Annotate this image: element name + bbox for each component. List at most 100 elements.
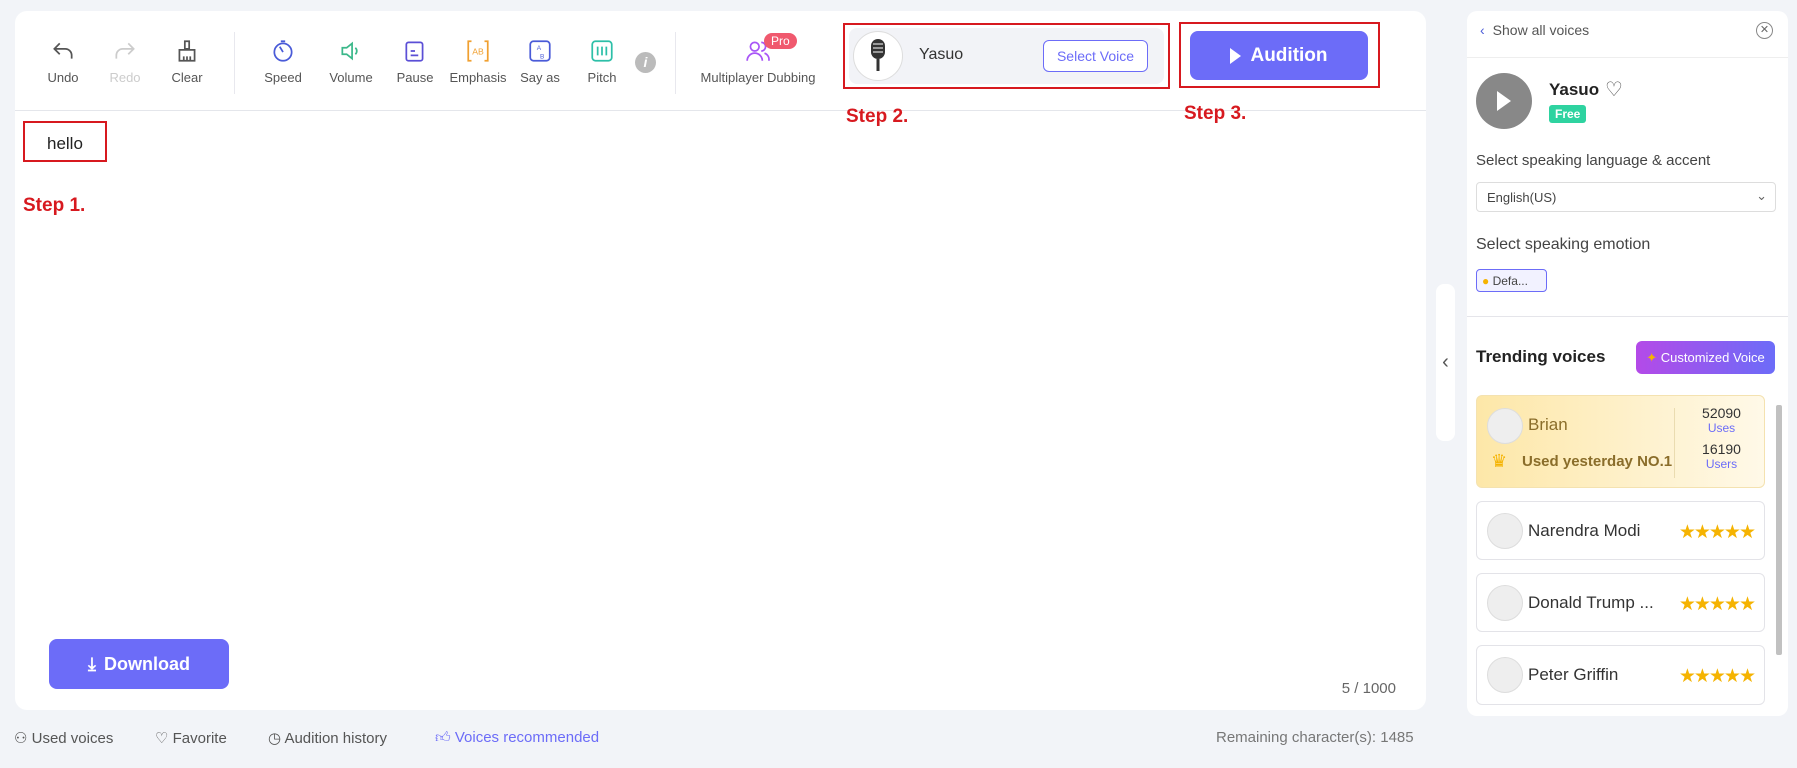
scrollbar[interactable] [1776,405,1782,655]
user-icon: ⚇ [14,730,28,747]
svg-text:A: A [537,45,542,52]
divider [1674,408,1675,478]
say-as-icon: AB [529,40,551,62]
volume-button[interactable]: Volume [316,38,386,85]
clear-button[interactable]: Clear [152,38,222,85]
users-count: 16190 [1702,441,1741,457]
free-badge: Free [1549,105,1587,123]
wand-icon: ✦ [1646,350,1658,365]
broom-icon [178,40,196,62]
pause-button[interactable]: Pause [380,38,450,85]
pro-badge: Pro [764,33,797,49]
voice-item-name: Donald Trump ... [1528,593,1654,612]
emphasis-label: Emphasis [449,70,507,85]
show-all-voices-link[interactable]: ‹ Show all voices [1480,22,1589,38]
redo-icon [115,42,135,59]
undo-button[interactable]: Undo [28,38,98,85]
chevron-down-icon: ⌄ [1756,188,1767,203]
multiplayer-dubbing-button[interactable]: Multiplayer Dubbing [688,38,828,85]
speed-label: Speed [264,70,302,85]
redo-label: Redo [109,70,141,85]
remaining-characters: Remaining character(s): 1485 [1216,729,1414,746]
svg-text:AB: AB [472,46,484,56]
rating-stars: ★★★★★ [1678,594,1756,615]
emotion-chip[interactable]: ● Defa... [1476,269,1547,292]
pitch-icon [591,40,613,62]
step-1-highlight [23,121,107,162]
divider [1467,57,1788,58]
trending-title: Trending voices [1476,347,1606,366]
thumbs-up-icon: 👍︎ [435,729,451,746]
pitch-button[interactable]: Pitch [567,38,637,85]
undo-icon [53,42,73,59]
step-3-label: Step 3. [1184,103,1247,124]
language-label: Select speaking language & accent [1476,152,1711,169]
voice-avatar [1487,657,1523,693]
top-voice-badge: Used yesterday NO.1 [1522,453,1673,470]
trending-voice-item[interactable]: Narendra Modi ★★★★★ [1476,501,1765,560]
emotion-value: Defa... [1492,274,1528,288]
rating-stars: ★★★★★ [1678,666,1756,687]
trending-voice-item[interactable]: Peter Griffin ★★★★★ [1476,645,1765,705]
voices-recommended-tab[interactable]: 👍︎ Voices recommended [435,729,599,747]
voice-item-name: Narendra Modi [1528,521,1641,540]
info-icon[interactable]: i [635,52,656,73]
recommended-label: Voices recommended [454,729,600,746]
character-count: 5 / 1000 [1341,680,1396,697]
say-as-button[interactable]: A B Say as [505,38,575,85]
panel-voice-name: Yasuo [1549,80,1600,99]
speed-button[interactable]: Speed [248,38,318,85]
voice-avatar [1487,513,1523,549]
customized-voice-button[interactable]: ✦ Customized Voice [1636,341,1775,374]
uses-count: 52090 [1702,405,1741,421]
used-label: Used voices [31,730,114,747]
multiplayer-label: Multiplayer Dubbing [700,70,816,85]
top-voice-name: Brian [1528,415,1568,434]
toolbar-separator [675,32,676,94]
chevron-left-icon: ‹ [1480,22,1485,38]
divider [1467,316,1788,317]
voice-item-name: Peter Griffin [1528,665,1619,684]
collapse-panel-handle[interactable]: ‹ [1436,284,1455,441]
show-all-label: Show all voices [1492,22,1590,38]
voice-avatar [1487,585,1523,621]
redo-button[interactable]: Redo [90,38,160,85]
step-1-label: Step 1. [23,195,86,216]
trending-voice-top[interactable]: Brian ♛ Used yesterday NO.1 52090 Uses 161… [1476,395,1765,488]
users-label: Users [1705,457,1738,471]
say-as-label: Say as [520,70,560,85]
language-value: English(US) [1487,190,1557,205]
step-2-highlight [843,23,1170,89]
download-button[interactable]: ⤓ Download [49,639,229,689]
step-3-highlight [1179,22,1380,88]
heart-icon: ♡ [155,730,169,747]
step-2-label: Step 2. [846,106,909,127]
favorite-tab[interactable]: ♡ Favorite [155,729,227,747]
emphasis-icon: AB [467,40,489,62]
used-voices-tab[interactable]: ⚇ Used voices [14,729,113,747]
speed-icon [273,40,293,62]
close-icon[interactable]: ✕ [1756,22,1773,39]
audition-history-tab[interactable]: ◷ Audition history [268,729,387,747]
pause-label: Pause [396,70,434,85]
chevron-left-icon: ‹ [1442,351,1449,373]
clear-label: Clear [171,70,203,85]
rating-stars: ★★★★★ [1678,522,1756,543]
history-label: Audition history [284,730,387,747]
play-icon [1497,91,1511,111]
voice-avatar[interactable] [1476,73,1532,129]
emotion-label: Select speaking emotion [1476,236,1651,253]
volume-label: Volume [329,70,373,85]
language-select[interactable]: English(US) ⌄ [1476,182,1776,212]
pitch-label: Pitch [587,70,617,85]
heart-icon[interactable]: ♡ [1605,77,1623,102]
favorite-label: Favorite [172,730,227,747]
trending-voice-item[interactable]: Donald Trump ... ★★★★★ [1476,573,1765,632]
undo-label: Undo [47,70,79,85]
download-icon: ⤓ [88,653,96,674]
brian-avatar [1487,408,1523,444]
toolbar-separator [234,32,235,94]
uses-label: Uses [1707,421,1736,435]
svg-text:B: B [540,54,544,61]
emphasis-button[interactable]: AB Emphasis [443,38,513,85]
